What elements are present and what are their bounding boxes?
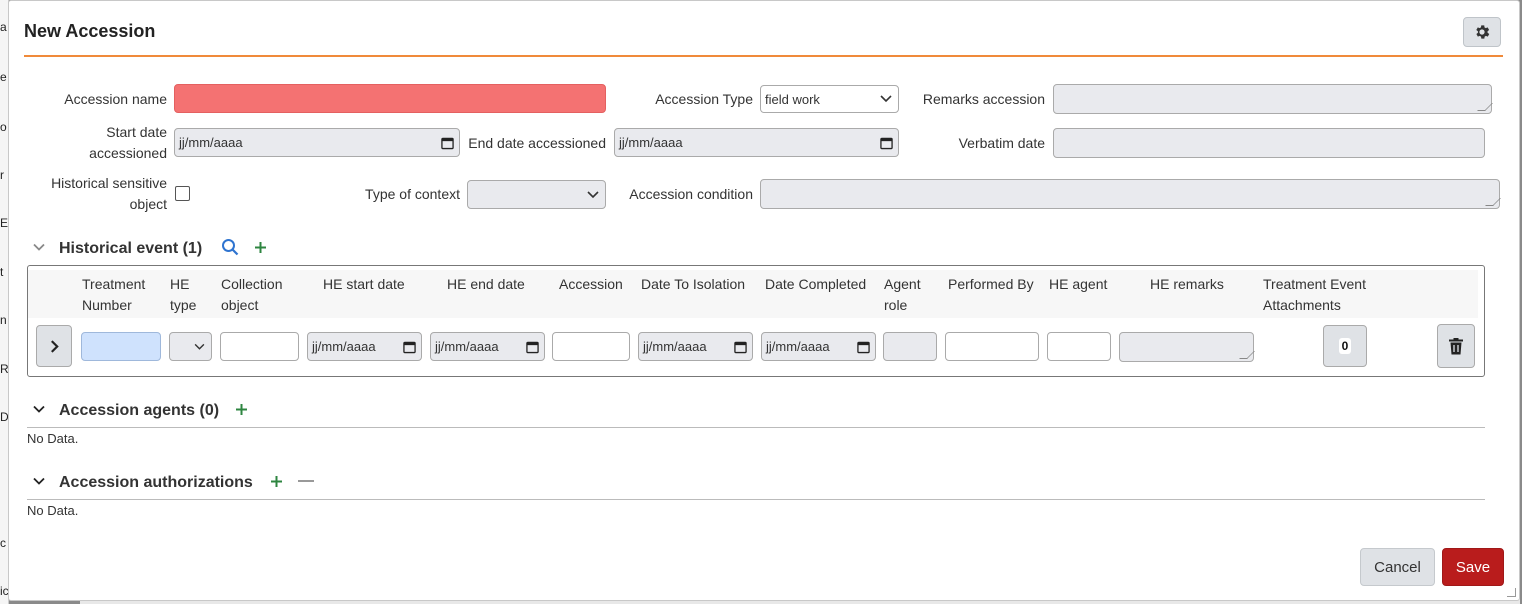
accession-condition-textarea[interactable] [760, 179, 1501, 209]
attachments-button[interactable]: 0 [1323, 325, 1367, 367]
section-divider [27, 499, 1485, 500]
agents-no-data: No Data. [27, 431, 79, 446]
column-header: HE end date [447, 276, 525, 292]
accession-name-input[interactable] [174, 84, 606, 113]
column-header: Date To Isolation [641, 276, 746, 292]
historical-sensitive-checkbox[interactable] [175, 186, 190, 201]
bg-letter: r [0, 168, 4, 182]
column-header: Treatment Number [82, 276, 146, 313]
column-header: Treatment Event Attachments [1263, 276, 1366, 313]
remove-icon[interactable] [298, 480, 314, 483]
column-header: Collection object [221, 276, 283, 313]
chevron-down-icon [194, 343, 205, 350]
settings-button[interactable] [1463, 17, 1501, 47]
date-completed-input[interactable]: jj/mm/aaaa [761, 332, 876, 361]
accession-agents-title: Accession agents (0) [59, 402, 220, 419]
delete-row-button[interactable] [1437, 324, 1475, 368]
bg-letter: o [0, 120, 7, 134]
resize-handle[interactable] [1477, 103, 1493, 111]
add-icon[interactable] [270, 475, 283, 488]
collection-object-input[interactable] [220, 332, 299, 361]
calendar-icon [526, 341, 539, 353]
new-accession-dialog: New Accession Accession name Accession T… [8, 0, 1520, 601]
agent-role-input[interactable] [883, 332, 937, 361]
bg-letter: c [0, 536, 6, 550]
verbatim-date-label: Verbatim date [958, 135, 1045, 151]
end-date-input[interactable]: jj/mm/aaaa [614, 128, 899, 157]
he-remarks-textarea[interactable] [1119, 332, 1255, 362]
column-header: HE agent [1049, 276, 1108, 292]
column-header: Agent role [884, 276, 921, 313]
chevron-down-icon[interactable] [33, 243, 45, 252]
treatment-number-input[interactable] [81, 332, 161, 361]
bg-letter: E [0, 216, 9, 230]
chevron-down-icon [880, 95, 892, 103]
add-icon[interactable] [254, 241, 267, 254]
chevron-right-icon [50, 339, 59, 353]
performed-by-input[interactable] [945, 332, 1039, 361]
accession-type-label: Accession Type [655, 91, 753, 107]
accession-name-label: Accession name [64, 91, 167, 107]
accession-type-select[interactable]: field work [760, 85, 899, 113]
search-icon[interactable] [221, 238, 239, 256]
column-header: Accession [559, 276, 623, 292]
section-divider [27, 427, 1485, 428]
historical-sensitive-label: Historical sensitive object [51, 175, 167, 212]
authorizations-no-data: No Data. [27, 503, 79, 518]
resize-handle[interactable] [1485, 198, 1501, 206]
expand-row-button[interactable] [36, 325, 72, 367]
calendar-icon [880, 137, 893, 149]
add-icon[interactable] [235, 403, 248, 416]
chevron-down-icon [587, 190, 599, 198]
dialog-title: New Accession [24, 21, 156, 41]
bg-letter: a [0, 20, 7, 34]
accession-authorizations-title: Accession authorizations [59, 474, 253, 491]
accession-type-value: field work [765, 91, 820, 107]
save-button[interactable]: Save [1442, 548, 1504, 586]
calendar-icon [734, 341, 747, 353]
he-agent-input[interactable] [1047, 332, 1111, 361]
date-to-isolation-input[interactable]: jj/mm/aaaa [638, 332, 753, 361]
calendar-icon [857, 341, 870, 353]
end-date-label: End date accessioned [468, 135, 606, 151]
accession-input[interactable] [552, 332, 630, 361]
historical-event-title: Historical event (1) [59, 240, 203, 257]
bg-letter: n [0, 313, 7, 327]
start-date-label: Start date accessioned [89, 124, 167, 161]
bg-letter: t [0, 265, 4, 279]
remarks-accession-label: Remarks accession [922, 91, 1045, 107]
cancel-button[interactable]: Cancel [1360, 548, 1435, 586]
calendar-icon [403, 341, 416, 353]
he-type-select[interactable] [169, 332, 212, 361]
verbatim-date-input[interactable] [1053, 128, 1485, 158]
type-of-context-select[interactable] [467, 180, 606, 209]
remarks-accession-textarea[interactable] [1053, 84, 1493, 114]
start-date-input[interactable]: jj/mm/aaaa [174, 128, 460, 157]
accession-condition-label: Accession condition [629, 186, 753, 202]
chevron-down-icon[interactable] [33, 477, 45, 486]
column-header: HE type [170, 276, 197, 313]
he-end-date-input[interactable]: jj/mm/aaaa [430, 332, 545, 361]
attachments-count: 0 [1338, 338, 1352, 354]
column-header: HE remarks [1150, 276, 1224, 292]
gear-icon [1476, 25, 1490, 39]
chevron-down-icon[interactable] [33, 405, 45, 414]
dialog-header: New Accession [24, 13, 1503, 57]
trash-icon [1449, 337, 1463, 354]
historical-event-table: Treatment Number HE type Collection object … [27, 265, 1485, 377]
column-header: Date Completed [765, 276, 867, 292]
he-start-date-input[interactable]: jj/mm/aaaa [307, 332, 422, 361]
type-of-context-label: Type of context [365, 186, 460, 202]
column-header: HE start date [323, 276, 405, 292]
bg-letter: e [0, 70, 7, 84]
dialog-resize-handle[interactable] [1507, 588, 1516, 597]
column-header: Performed By [948, 276, 1034, 292]
resize-handle[interactable] [1239, 351, 1255, 359]
calendar-icon [441, 137, 454, 149]
